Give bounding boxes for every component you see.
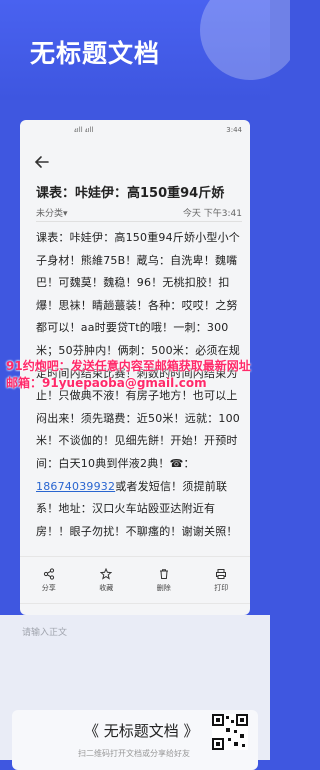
share-footer: 《 无标题文档 》 扫二维码打开文档或分享给好友 <box>12 710 258 770</box>
status-time: 3:44 <box>226 126 242 134</box>
body-text-pre: 课表：咔娃伊：高150重94斤娇小型小个子身材！熊維75B！蔵乌：自洗卑！魏嘴巴… <box>36 231 240 470</box>
phone-link[interactable]: 18674039932 <box>36 480 115 493</box>
action-bar: 分享 收藏 删除 打印 <box>20 556 250 604</box>
delete-button[interactable]: 删除 <box>157 568 171 593</box>
trash-icon <box>159 568 168 579</box>
divider <box>36 221 242 222</box>
favorite-label: 收藏 <box>99 583 114 592</box>
footer-subtitle: 扫二维码打开文档或分享给好友 <box>78 749 190 758</box>
share-label: 分享 <box>41 583 56 592</box>
app-title: 无标题文档 <box>30 39 161 68</box>
share-button[interactable]: 分享 <box>41 567 56 593</box>
print-button[interactable]: 打印 <box>214 568 228 593</box>
body-input[interactable]: 请输入正文 <box>22 625 67 638</box>
star-icon <box>100 567 113 580</box>
document-title: 课表：咔娃伊：高150重94斤娇 <box>36 186 225 201</box>
overlay-line-2: 邮箱：91yuepaoba@gmail.com <box>6 376 207 390</box>
signal-indicator: ₄ıll ₄ıll <box>74 126 94 134</box>
overlay-line-1: 91约炮吧：发送任意内容至邮箱获取最新网址 <box>6 359 251 373</box>
document-meta: 未分类▾ 今天 下午3:41 <box>36 206 242 219</box>
category-dropdown[interactable]: 未分类▾ <box>36 206 68 219</box>
printer-icon <box>216 568 227 579</box>
back-arrow-icon[interactable] <box>34 154 50 170</box>
favorite-button[interactable]: 收藏 <box>99 567 114 593</box>
qr-code-icon[interactable] <box>212 714 248 750</box>
document-timestamp: 今天 下午3:41 <box>182 209 242 219</box>
delete-label: 删除 <box>156 583 171 592</box>
footer-title: 《 无标题文档 》 <box>84 722 199 740</box>
share-icon <box>43 567 54 580</box>
decorative-shape <box>200 0 290 80</box>
editor-area: 请输入正文 《 无标题文档 》 扫二维码打开文档或分享给好友 <box>0 615 270 770</box>
app-header: 无标题文档 <box>0 0 290 100</box>
print-label: 打印 <box>214 583 229 592</box>
status-bar: ₄ıll ₄ıll 3:44 <box>20 120 250 140</box>
